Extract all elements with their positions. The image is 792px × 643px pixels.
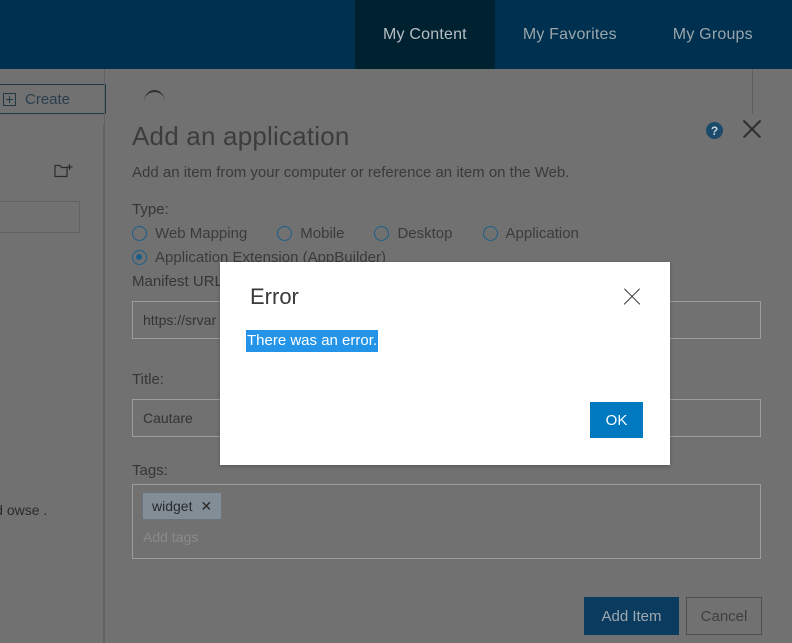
radio-option-web-mapping-label: Web Mapping (155, 225, 247, 242)
radio-icon (374, 226, 389, 241)
nav-tab-my-favorites-label: My Favorites (523, 26, 617, 44)
close-icon[interactable] (738, 115, 766, 143)
add-item-button-label: Add Item (601, 608, 661, 625)
tags-placeholder: Add tags (143, 529, 750, 545)
nav-tab-list: My Content My Favorites My Groups (355, 0, 781, 69)
dialog-title: Add an application (132, 121, 350, 152)
radio-option-desktop[interactable]: Desktop (374, 225, 452, 242)
error-dialog-message: There was an error. (246, 330, 378, 352)
radio-option-application[interactable]: Application (483, 225, 579, 242)
tag-remove-icon[interactable]: ✕ (200, 499, 212, 513)
error-dialog-title: Error (250, 284, 299, 310)
nav-tab-my-content-label: My Content (383, 26, 467, 44)
radio-icon-selected (132, 250, 147, 265)
radio-option-desktop-label: Desktop (397, 225, 452, 242)
top-navbar: My Content My Favorites My Groups (0, 0, 792, 69)
tags-label: Tags: (132, 462, 168, 479)
nav-tab-my-favorites[interactable]: My Favorites (495, 0, 645, 69)
radio-icon (277, 226, 292, 241)
error-dialog-ok-label: OK (606, 412, 628, 429)
error-dialog-ok-button[interactable]: OK (590, 402, 643, 438)
manifest-url-label: Manifest URL: (132, 273, 227, 290)
nav-tab-my-groups[interactable]: My Groups (645, 0, 781, 69)
type-label: Type: (132, 201, 169, 218)
radio-option-mobile[interactable]: Mobile (277, 225, 344, 242)
error-dialog-close-icon[interactable] (620, 285, 644, 309)
tag-chip-widget: widget ✕ (143, 493, 221, 519)
nav-tab-my-groups-label: My Groups (673, 26, 753, 44)
radio-icon (132, 226, 147, 241)
cancel-button-label: Cancel (701, 608, 748, 625)
radio-option-application-label: Application (506, 225, 579, 242)
manifest-url-value: https://srvar (143, 312, 216, 328)
title-value: Cautare (143, 410, 193, 426)
radio-option-web-mapping[interactable]: Web Mapping (132, 225, 247, 242)
cancel-button[interactable]: Cancel (686, 597, 762, 635)
app-root: Create to and owse . gories (0, 0, 792, 643)
help-icon-glyph: ? (711, 124, 718, 138)
tag-chip-label: widget (152, 498, 192, 514)
add-item-button[interactable]: Add Item (584, 597, 679, 635)
radio-icon (483, 226, 498, 241)
title-label: Title: (132, 371, 164, 388)
dialog-subtitle: Add an item from your computer or refere… (132, 164, 569, 181)
help-icon[interactable]: ? (706, 122, 723, 139)
nav-tab-my-content[interactable]: My Content (355, 0, 495, 69)
type-radio-row-1: Web Mapping Mobile Desktop Application (132, 225, 601, 242)
error-dialog: Error There was an error. OK (220, 262, 670, 465)
radio-option-mobile-label: Mobile (300, 225, 344, 242)
tags-input-area[interactable]: widget ✕ Add tags (132, 484, 761, 559)
